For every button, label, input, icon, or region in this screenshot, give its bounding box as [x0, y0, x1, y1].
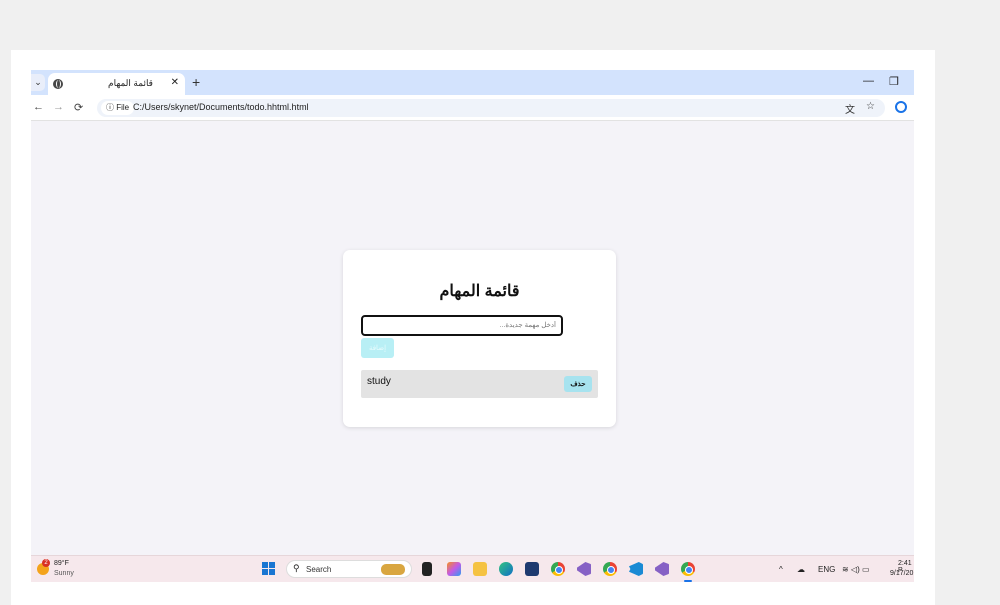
visual-studio-icon[interactable]: [577, 562, 591, 576]
weather-condition[interactable]: Sunny: [54, 570, 74, 577]
language-indicator[interactable]: ENG: [818, 565, 835, 574]
browser-window: ⌄ قائمة المهام ✕ + — ❐ ← → ⟳ ⓘ File C:/U…: [31, 70, 914, 582]
minimize-button[interactable]: —: [863, 75, 874, 87]
file-explorer-icon[interactable]: [473, 562, 487, 576]
chrome-active-icon[interactable]: [681, 562, 695, 576]
address-bar[interactable]: ⓘ File C:/Users/skynet/Documents/todo.hh…: [97, 99, 885, 117]
chrome-alt-icon[interactable]: [603, 562, 617, 576]
forward-icon[interactable]: →: [53, 101, 64, 113]
taskbar-search[interactable]: ⚲ Search: [286, 560, 412, 578]
tray-overflow-icon[interactable]: ^: [779, 565, 783, 574]
clock-date[interactable]: 9/17/20: [890, 570, 913, 577]
bookmark-star-icon[interactable]: ☆: [866, 101, 875, 112]
add-task-button[interactable]: إضافة: [361, 338, 394, 358]
restore-button[interactable]: ❐: [889, 75, 899, 88]
back-icon[interactable]: ←: [33, 101, 44, 113]
reload-icon[interactable]: ⟳: [74, 101, 83, 114]
site-info-chip[interactable]: ⓘ File: [101, 101, 135, 115]
weather-badge: 2: [42, 559, 50, 567]
profile-icon[interactable]: [895, 101, 907, 113]
network-volume-battery-icon[interactable]: ≋ ◁) ▭: [842, 565, 870, 574]
tab-todo[interactable]: قائمة المهام ✕: [48, 73, 185, 95]
search-icon: ⚲: [293, 563, 300, 573]
chrome-icon[interactable]: [551, 562, 565, 576]
widgets-app-icon[interactable]: [422, 562, 432, 576]
globe-icon: [53, 79, 63, 89]
tab-strip: ⌄ قائمة المهام ✕ + — ❐: [31, 70, 914, 95]
weather-temp[interactable]: 89°F: [54, 560, 69, 567]
translate-icon[interactable]: ⽂: [845, 101, 855, 116]
active-app-indicator: [684, 580, 692, 582]
page-title: قائمة المهام: [439, 283, 520, 300]
vscode-icon[interactable]: [629, 562, 643, 576]
tab-title: قائمة المهام: [108, 78, 153, 88]
delete-task-button[interactable]: حذف: [564, 376, 592, 392]
tab-search-button[interactable]: ⌄: [31, 74, 45, 91]
store-icon[interactable]: [525, 562, 539, 576]
search-label: Search: [306, 565, 332, 574]
copilot-icon[interactable]: [447, 562, 461, 576]
todo-card: قائمة المهام إضافة study حذف: [343, 250, 616, 427]
windows-logo-icon: [262, 562, 268, 568]
start-button[interactable]: [262, 562, 276, 576]
task-input[interactable]: [361, 315, 563, 336]
close-tab-icon[interactable]: ✕: [171, 77, 179, 88]
onedrive-icon[interactable]: ☁: [797, 565, 805, 574]
url-text[interactable]: C:/Users/skynet/Documents/todo.hhtml.htm…: [133, 102, 309, 112]
task-item: study حذف: [361, 370, 598, 398]
taskbar: 2 89°F Sunny ⚲ Search ^ ☁ ENG ≋ ◁) ▭ 2:4…: [31, 555, 914, 582]
edge-icon[interactable]: [499, 562, 513, 576]
task-text: study: [367, 376, 391, 387]
visual-studio-alt-icon[interactable]: [655, 562, 669, 576]
search-highlight-image: [381, 564, 405, 575]
new-tab-button[interactable]: +: [192, 74, 200, 90]
address-row: ← → ⟳ ⓘ File C:/Users/skynet/Documents/t…: [31, 95, 914, 121]
